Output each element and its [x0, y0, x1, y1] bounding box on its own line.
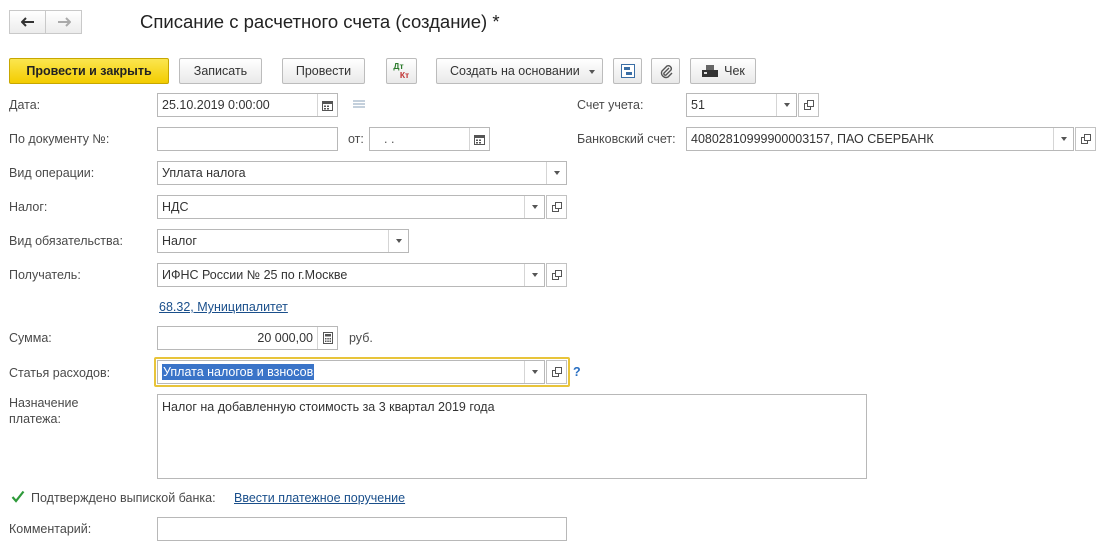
save-button[interactable]: Записать [179, 58, 262, 84]
bank-account-field[interactable]: 40802810999900003157, ПАО СБЕРБАНК [686, 127, 1074, 151]
post-button[interactable]: Провести [282, 58, 365, 84]
bank-account-label: Банковский счет: [577, 132, 676, 146]
date-field[interactable]: 25.10.2019 0:00:00 [157, 93, 338, 117]
currency-label: руб. [349, 331, 373, 345]
from-date-value: . . [384, 132, 395, 146]
checkmark-icon[interactable] [11, 490, 25, 503]
from-date-field[interactable]: . . [369, 127, 490, 151]
expense-item-label: Статья расходов: [9, 366, 111, 380]
dt-kt-button[interactable]: Дт Кт [386, 58, 417, 84]
back-button[interactable] [9, 10, 46, 34]
tax-label: Налог: [9, 200, 48, 214]
create-based-on-button[interactable]: Создать на основании [436, 58, 603, 84]
enter-payment-order-link[interactable]: Ввести платежное поручение [234, 491, 405, 505]
operation-value: Уплата налога [162, 166, 246, 180]
obligation-label: Вид обязательства: [9, 234, 123, 248]
operation-field[interactable]: Уплата налога [157, 161, 567, 185]
recipient-value: ИФНС России № 25 по г.Москве [162, 268, 348, 282]
create-based-on-label: Создать на основании [450, 64, 580, 78]
recipient-account-link[interactable]: 68.32, Муниципалитет [159, 300, 288, 314]
attach-button[interactable] [651, 58, 680, 84]
chevron-down-icon[interactable] [546, 162, 566, 184]
structure-button[interactable] [613, 58, 642, 84]
open-icon [551, 202, 562, 212]
calendar-button[interactable] [469, 128, 489, 150]
calendar-icon [322, 100, 333, 111]
calculator-icon [322, 332, 333, 344]
chevron-down-icon[interactable] [524, 196, 544, 218]
doc-number-field[interactable] [157, 127, 338, 151]
chevron-down-icon[interactable] [524, 361, 544, 383]
open-icon [1080, 134, 1091, 144]
chevron-down-icon[interactable] [524, 264, 544, 286]
bank-account-open-button[interactable] [1075, 127, 1096, 151]
obligation-field[interactable]: Налог [157, 229, 409, 253]
receipt-button[interactable]: Чек [690, 58, 756, 84]
help-icon[interactable]: ? [573, 365, 581, 379]
obligation-value: Налог [162, 234, 197, 248]
from-label: от: [348, 132, 364, 146]
account-label: Счет учета: [577, 98, 644, 112]
cash-register-icon [702, 65, 719, 77]
chevron-down-icon[interactable] [1053, 128, 1073, 150]
confirmed-label: Подтверждено выпиской банка: [31, 491, 216, 505]
open-icon [551, 367, 562, 377]
operation-label: Вид операции: [9, 166, 95, 180]
chevron-down-icon [589, 70, 595, 74]
paperclip-icon [660, 65, 672, 79]
forward-button[interactable] [45, 10, 82, 34]
arrow-right-icon [57, 17, 71, 27]
arrow-left-icon [20, 17, 34, 27]
account-field[interactable]: 51 [686, 93, 797, 117]
amount-value: 20 000,00 [257, 331, 313, 345]
tax-field[interactable]: НДС [157, 195, 545, 219]
kt-label: Кт [399, 70, 410, 80]
date-value: 25.10.2019 0:00:00 [162, 98, 270, 112]
account-open-button[interactable] [798, 93, 819, 117]
post-and-close-button[interactable]: Провести и закрыть [9, 58, 169, 84]
amount-field[interactable]: 20 000,00 [157, 326, 338, 350]
open-icon [551, 270, 562, 280]
account-value: 51 [691, 98, 705, 112]
structure-icon [620, 64, 635, 78]
amount-label: Сумма: [9, 331, 52, 345]
tax-value: НДС [162, 200, 189, 214]
purpose-label-line2: платежа: [9, 412, 61, 426]
expense-item-field[interactable]: Уплата налогов и взносов [157, 360, 545, 384]
chevron-down-icon[interactable] [776, 94, 796, 116]
purpose-label-line1: Назначение [9, 396, 79, 410]
bank-account-value: 40802810999900003157, ПАО СБЕРБАНК [691, 132, 934, 146]
doc-number-label: По документу №: [9, 132, 110, 146]
calculator-button[interactable] [317, 327, 337, 349]
purpose-textarea[interactable]: Налог на добавленную стоимость за 3 квар… [157, 394, 867, 479]
calendar-button[interactable] [317, 94, 337, 116]
expense-item-open-button[interactable] [546, 360, 567, 384]
recipient-open-button[interactable] [546, 263, 567, 287]
tax-open-button[interactable] [546, 195, 567, 219]
receipt-label: Чек [724, 64, 745, 78]
date-label: Дата: [9, 98, 41, 112]
calendar-icon [474, 134, 485, 145]
notes-icon[interactable] [352, 100, 366, 110]
page-title: Списание с расчетного счета (создание) * [140, 11, 500, 32]
chevron-down-icon[interactable] [388, 230, 408, 252]
recipient-label: Получатель: [9, 268, 81, 282]
comment-label: Комментарий: [9, 522, 92, 536]
recipient-field[interactable]: ИФНС России № 25 по г.Москве [157, 263, 545, 287]
expense-item-value: Уплата налогов и взносов [162, 364, 315, 380]
open-icon [803, 100, 814, 110]
comment-field[interactable] [157, 517, 567, 541]
